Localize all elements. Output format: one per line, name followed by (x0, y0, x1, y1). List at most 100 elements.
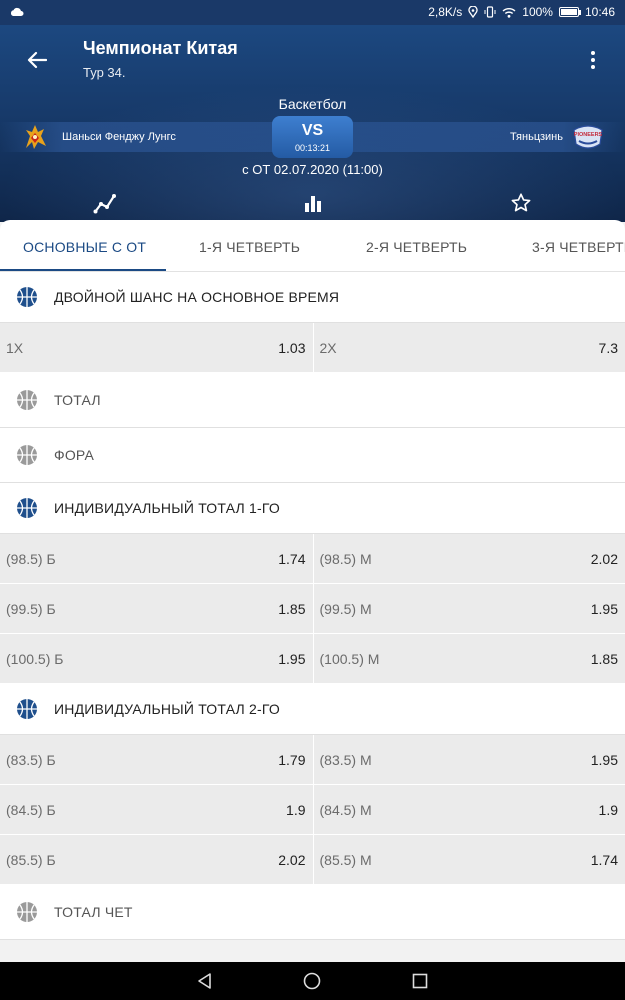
period-tabs: ОСНОВНЫЕ С ОТ 1-Я ЧЕТВЕРТЬ 2-Я ЧЕТВЕРТЬ … (0, 220, 625, 272)
odds-cell[interactable]: (85.5) Б 2.02 (0, 835, 313, 885)
nav-recents-button[interactable] (411, 972, 429, 990)
sport-label: Баскетбол (278, 96, 347, 112)
odds-row: (100.5) Б 1.95 (100.5) М 1.85 (0, 634, 625, 684)
odds-cell[interactable]: (100.5) М 1.85 (312, 634, 625, 684)
nav-home-button[interactable] (303, 972, 321, 990)
team1-name: Шаньси Фенджу Лунгс (62, 131, 176, 143)
odds-cell[interactable]: (83.5) Б 1.79 (0, 735, 313, 785)
odds-cell[interactable]: 2X 7.3 (312, 323, 625, 373)
team2-logo: PIONEERS (571, 122, 605, 152)
round-subtitle: Тур 34. (83, 65, 126, 80)
odds-cell[interactable]: (99.5) Б 1.85 (0, 584, 313, 634)
outcome-label: (100.5) Б (6, 651, 64, 667)
bar-chart-icon (305, 196, 321, 212)
odds-row: (83.5) Б 1.79 (83.5) М 1.95 (0, 735, 625, 785)
more-menu-button[interactable] (583, 45, 603, 75)
tab-quarter-3[interactable]: 3-Я ЧЕТВЕРТЬ (532, 239, 625, 255)
odds-row: (85.5) Б 2.02 (85.5) М 1.74 (0, 835, 625, 885)
location-icon (468, 6, 478, 18)
market-header[interactable]: ТОТАЛ ЧЕТ (0, 885, 625, 940)
odds-cell[interactable]: (85.5) М 1.74 (312, 835, 625, 885)
basketball-icon (16, 444, 38, 466)
triangle-back-icon (198, 973, 211, 989)
odds-cell[interactable]: (83.5) М 1.95 (312, 735, 625, 785)
vibrate-icon (484, 6, 496, 18)
square-recents-icon (412, 973, 428, 989)
cloud-icon (10, 6, 24, 20)
odds-row: (84.5) Б 1.9 (84.5) М 1.9 (0, 785, 625, 835)
odds-value: 1.95 (590, 601, 618, 617)
bar-stats-button[interactable] (300, 190, 326, 216)
outcome-label: (85.5) М (319, 852, 372, 868)
odds-value: 1.9 (286, 802, 306, 818)
tab-quarter-1[interactable]: 1-Я ЧЕТВЕРТЬ (199, 239, 300, 255)
odds-cell[interactable]: (84.5) М 1.9 (312, 785, 625, 835)
market-title: ТОТАЛ ЧЕТ (54, 904, 133, 920)
match-header: Чемпионат Китая Тур 34. Баскетбол Шаньси… (0, 25, 625, 222)
clock: 10:46 (584, 5, 615, 19)
odds-value: 1.85 (590, 651, 618, 667)
odds-cell[interactable]: 1X 1.03 (0, 323, 313, 373)
outcome-label: 2X (319, 340, 337, 356)
market-header[interactable]: ФОРА (0, 428, 625, 483)
nav-back-button[interactable] (196, 972, 214, 990)
odds-cell[interactable]: (98.5) Б 1.74 (0, 534, 313, 584)
basketball-icon (16, 389, 38, 411)
outcome-label: (99.5) М (319, 601, 372, 617)
network-speed: 2,8K/s (428, 5, 463, 19)
outcome-label: (83.5) Б (6, 752, 56, 768)
page-title: Чемпионат Китая (83, 38, 238, 58)
circle-home-icon (303, 972, 321, 990)
star-outline-icon (511, 193, 531, 212)
odds-cell[interactable]: (99.5) М 1.95 (312, 584, 625, 634)
odds-cell[interactable]: (98.5) М 2.02 (312, 534, 625, 584)
team1-logo (20, 122, 50, 152)
outcome-label: (99.5) Б (6, 601, 56, 617)
basketball-icon (16, 286, 38, 308)
outcome-label: (85.5) Б (6, 852, 56, 868)
battery-percent: 100% (522, 5, 553, 19)
odds-value: 1.74 (278, 551, 306, 567)
market-title: ДВОЙНОЙ ШАНС НА ОСНОВНОЕ ВРЕМЯ (54, 289, 340, 305)
favorite-button[interactable] (508, 190, 534, 216)
vs-label: VS (301, 122, 324, 139)
odds-value: 1.74 (590, 852, 618, 868)
tab-quarter-2[interactable]: 2-Я ЧЕТВЕРТЬ (366, 239, 467, 255)
odds-cell[interactable]: (100.5) Б 1.95 (0, 634, 313, 684)
line-stats-button[interactable] (92, 190, 118, 216)
outcome-label: (100.5) М (319, 651, 380, 667)
outcome-label: (98.5) М (319, 551, 372, 567)
line-chart-icon (93, 194, 116, 214)
match-timer: 00:13:21 (294, 143, 331, 153)
odds-row: 1X 1.03 2X 7.3 (0, 323, 625, 373)
market-header[interactable]: ИНДИВИДУАЛЬНЫЙ ТОТАЛ 1-ГО (0, 483, 625, 534)
system-nav-bar (0, 962, 625, 1000)
back-button[interactable] (22, 45, 52, 75)
outcome-label: (83.5) М (319, 752, 372, 768)
odds-cell[interactable]: (84.5) Б 1.9 (0, 785, 313, 835)
odds-value: 1.03 (278, 340, 306, 356)
odds-value: 1.9 (598, 802, 618, 818)
basketball-icon (16, 901, 38, 923)
more-vert-icon (591, 51, 595, 55)
market-title: ИНДИВИДУАЛЬНЫЙ ТОТАЛ 1-ГО (54, 500, 280, 516)
arrow-left-icon (27, 51, 47, 69)
market-header[interactable]: ИНДИВИДУАЛЬНЫЙ ТОТАЛ 2-ГО (0, 684, 625, 735)
market-header[interactable]: ТОТАЛ (0, 373, 625, 428)
odds-value: 7.3 (598, 340, 618, 356)
outcome-label: 1X (6, 340, 24, 356)
basketball-icon (16, 698, 38, 720)
tab-main-ot[interactable]: ОСНОВНЫЕ С ОТ (23, 239, 146, 255)
odds-value: 1.79 (278, 752, 306, 768)
odds-value: 2.02 (278, 852, 306, 868)
odds-row: (98.5) Б 1.74 (98.5) М 2.02 (0, 534, 625, 584)
outcome-label: (84.5) М (319, 802, 372, 818)
odds-value: 1.95 (590, 752, 618, 768)
outcome-label: (84.5) Б (6, 802, 56, 818)
battery-icon (558, 7, 581, 17)
market-header[interactable]: ДВОЙНОЙ ШАНС НА ОСНОВНОЕ ВРЕМЯ (0, 272, 625, 323)
outcome-label: (98.5) Б (6, 551, 56, 567)
wifi-icon (502, 7, 516, 18)
team2-name: Тяньцзинь (509, 131, 563, 143)
match-date: с ОТ 02.07.2020 (11:00) (242, 162, 383, 177)
